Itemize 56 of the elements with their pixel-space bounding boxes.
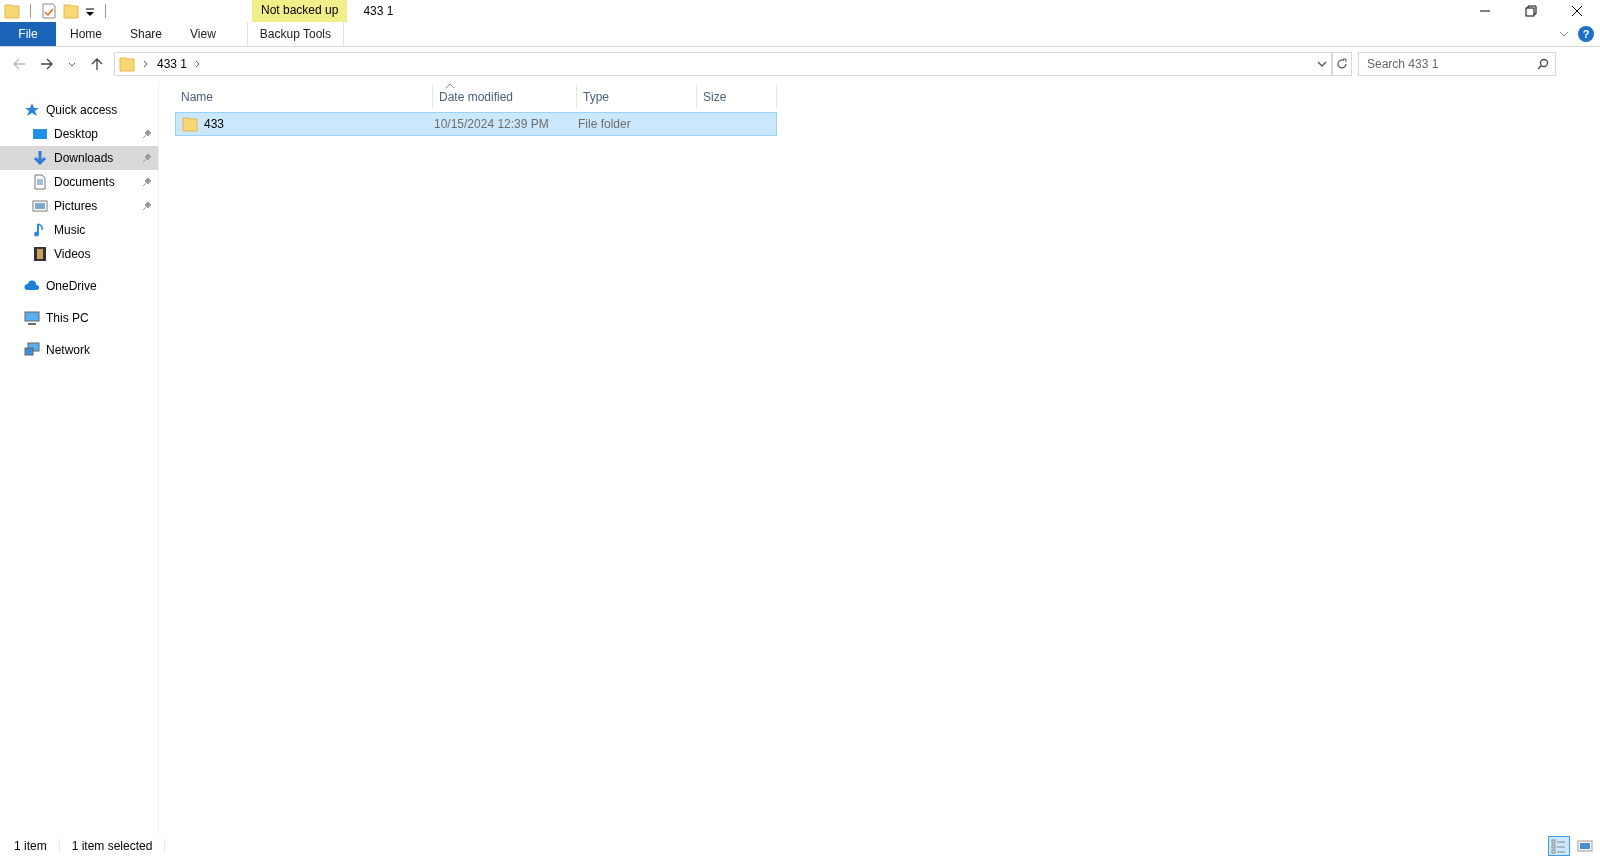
column-header[interactable]: Date modified [433, 85, 577, 109]
ribbon-tab[interactable]: Home [56, 22, 116, 46]
sidebar-item[interactable]: Music [0, 218, 158, 242]
column-header[interactable]: Type [577, 85, 697, 109]
sort-caret-icon [445, 83, 455, 89]
ribbon-tab[interactable]: View [176, 22, 230, 46]
search-icon [1537, 58, 1549, 70]
ribbon-tab[interactable]: Share [116, 22, 177, 46]
star-icon [24, 102, 40, 118]
folder-icon [119, 56, 135, 72]
contextual-tab-label: Not backed up [252, 0, 348, 22]
picture-icon [32, 198, 48, 214]
column-header[interactable]: Name [175, 85, 433, 109]
refresh-button[interactable] [1332, 52, 1352, 76]
search-field[interactable]: Search 433 1 [1358, 52, 1556, 76]
column-header[interactable]: Size [697, 85, 777, 109]
restore-icon [1525, 5, 1537, 17]
help-button[interactable]: ? [1578, 26, 1594, 42]
sidebar-item[interactable]: Pictures [0, 194, 158, 218]
desktop-icon [32, 126, 48, 142]
chevron-icon[interactable] [195, 60, 202, 68]
forward-arrow-icon[interactable] [40, 57, 54, 71]
recent-dropdown-icon[interactable] [68, 60, 76, 68]
sidebar-item[interactable]: Documents [0, 170, 158, 194]
sidebar-item[interactable]: Downloads [0, 146, 158, 170]
up-arrow-icon[interactable] [90, 57, 104, 71]
refresh-icon [1336, 58, 1348, 70]
sidebar-item[interactable]: This PC [0, 306, 158, 330]
ribbon-tab[interactable]: Backup Tools [246, 22, 344, 46]
status-text: 1 item [14, 839, 60, 853]
film-icon [32, 246, 48, 262]
sidebar-item[interactable]: OneDrive [0, 274, 158, 298]
sidebar-item[interactable]: Network [0, 338, 158, 362]
ribbon-tab[interactable]: File [0, 22, 56, 46]
computer-icon [24, 310, 40, 326]
dropdown-icon[interactable] [1317, 60, 1327, 68]
download-arrow-icon [32, 150, 48, 166]
document-icon [32, 174, 48, 190]
network-icon [24, 342, 40, 358]
breadcrumb-item[interactable]: 433 1 [157, 57, 188, 71]
sidebar-item[interactable]: Desktop [0, 122, 158, 146]
status-text: 1 item selected [71, 839, 166, 853]
file-row[interactable]: 433 10/15/2024 12:39 PM File folder [175, 112, 777, 136]
chevron-icon [143, 60, 149, 68]
table-cell: File folder [578, 117, 631, 131]
folder-icon [182, 116, 198, 132]
table-cell: 433 [204, 117, 225, 131]
details-view-button[interactable] [1548, 836, 1570, 856]
address-bar[interactable]: 433 1 [114, 52, 1332, 76]
sidebar-item[interactable]: Quick access [0, 98, 158, 122]
sidebar-item[interactable]: Videos [0, 242, 158, 266]
folder-icon [4, 3, 20, 19]
properties-icon[interactable] [41, 3, 57, 19]
close-icon [1571, 5, 1583, 17]
table-cell: 10/15/2024 12:39 PM [434, 117, 549, 131]
window-title: 433 1 [363, 4, 394, 18]
